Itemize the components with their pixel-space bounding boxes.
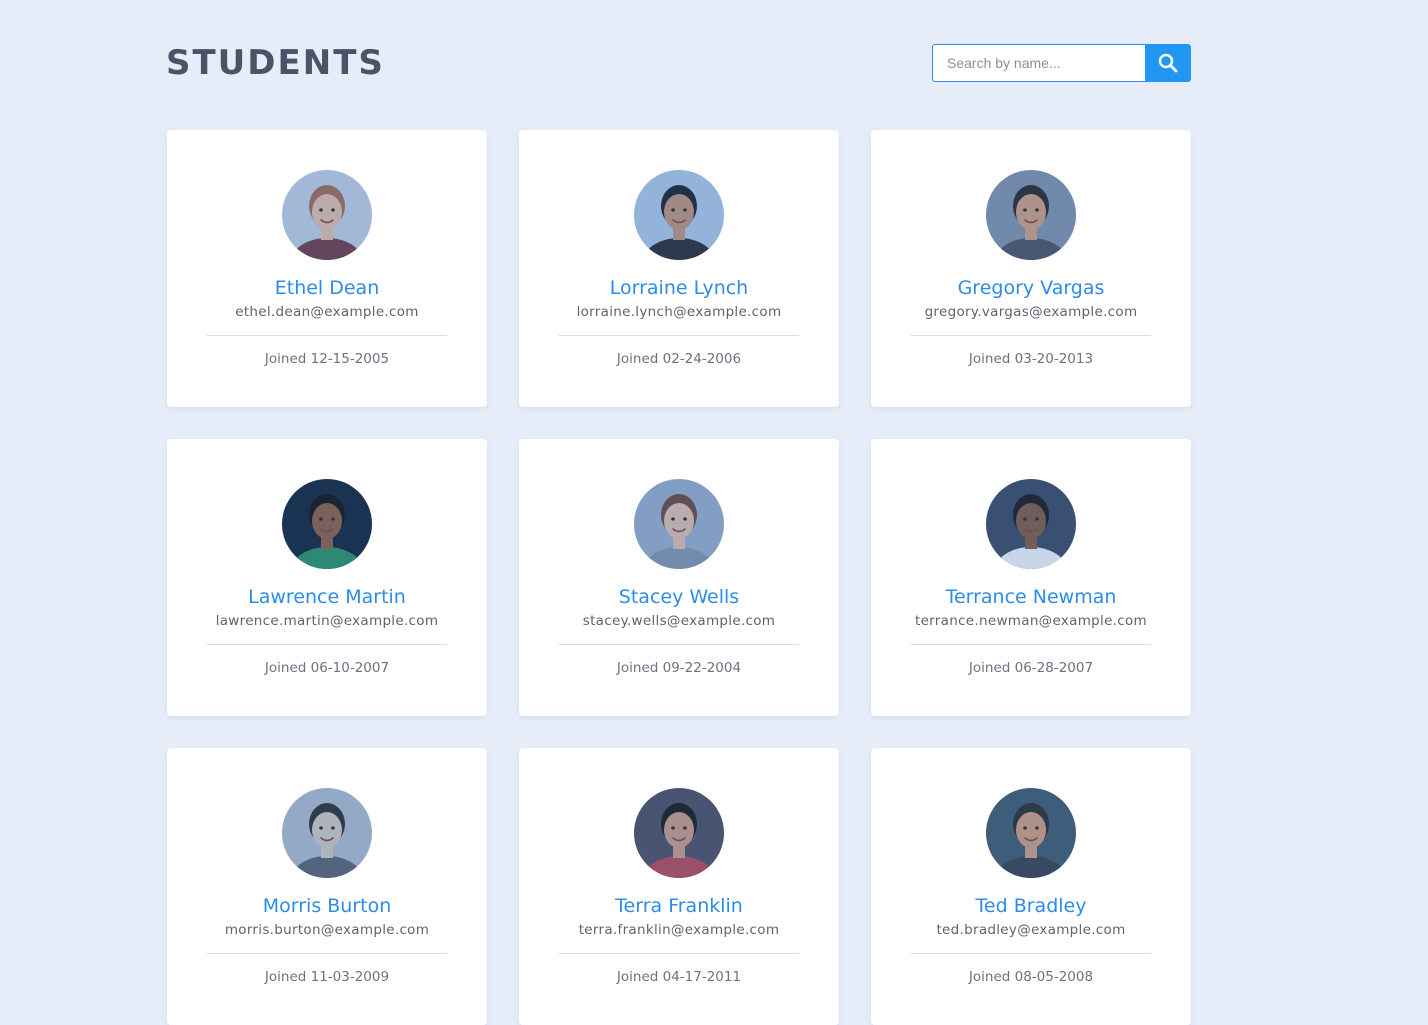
student-card[interactable]: Lawrence Martin lawrence.martin@example.…: [167, 439, 487, 716]
student-name[interactable]: Gregory Vargas: [958, 275, 1105, 301]
student-card[interactable]: Gregory Vargas gregory.vargas@example.co…: [871, 130, 1191, 407]
avatar-image: [282, 788, 372, 878]
student-name[interactable]: Terrance Newman: [946, 584, 1117, 610]
avatar: [634, 788, 724, 878]
student-card[interactable]: Morris Burton morris.burton@example.com …: [167, 748, 487, 1025]
avatar: [986, 479, 1076, 569]
avatar: [986, 788, 1076, 878]
search-input[interactable]: [932, 44, 1145, 82]
student-email: lorraine.lynch@example.com: [576, 304, 782, 320]
student-email: morris.burton@example.com: [224, 922, 430, 938]
avatar-image: [634, 479, 724, 569]
divider: [207, 644, 447, 645]
avatar-image: [282, 170, 372, 260]
joined-date: Joined 11-03-2009: [264, 969, 390, 985]
joined-date: Joined 02-24-2006: [616, 351, 742, 367]
student-name[interactable]: Morris Burton: [263, 893, 392, 919]
student-name[interactable]: Stacey Wells: [619, 584, 739, 610]
divider: [559, 953, 799, 954]
joined-date: Joined 08-05-2008: [968, 969, 1094, 985]
student-card[interactable]: Stacey Wells stacey.wells@example.com Jo…: [519, 439, 839, 716]
student-email: terra.franklin@example.com: [578, 922, 780, 938]
search-bar: [932, 44, 1191, 82]
avatar: [282, 479, 372, 569]
divider: [207, 953, 447, 954]
joined-date: Joined 06-10-2007: [264, 660, 390, 676]
student-email: ted.bradley@example.com: [936, 922, 1126, 938]
divider: [911, 953, 1151, 954]
joined-date: Joined 04-17-2011: [616, 969, 742, 985]
student-card[interactable]: Lorraine Lynch lorraine.lynch@example.co…: [519, 130, 839, 407]
avatar: [634, 479, 724, 569]
student-card[interactable]: Terrance Newman terrance.newman@example.…: [871, 439, 1191, 716]
student-email: lawrence.martin@example.com: [215, 613, 439, 629]
search-icon: [1158, 53, 1178, 73]
joined-date: Joined 03-20-2013: [968, 351, 1094, 367]
joined-date: Joined 09-22-2004: [616, 660, 742, 676]
avatar: [986, 170, 1076, 260]
divider: [559, 644, 799, 645]
avatar: [282, 788, 372, 878]
avatar-image: [282, 479, 372, 569]
student-card[interactable]: Ted Bradley ted.bradley@example.com Join…: [871, 748, 1191, 1025]
student-card[interactable]: Terra Franklin terra.franklin@example.co…: [519, 748, 839, 1025]
joined-date: Joined 06-28-2007: [968, 660, 1094, 676]
avatar-image: [986, 170, 1076, 260]
student-grid: Ethel Dean ethel.dean@example.com Joined…: [167, 130, 1191, 1025]
divider: [559, 335, 799, 336]
avatar-image: [986, 788, 1076, 878]
joined-date: Joined 12-15-2005: [264, 351, 390, 367]
student-name[interactable]: Lorraine Lynch: [610, 275, 748, 301]
student-email: terrance.newman@example.com: [914, 613, 1148, 629]
student-name[interactable]: Ted Bradley: [976, 893, 1087, 919]
page-title: STUDENTS: [166, 43, 385, 83]
student-name[interactable]: Lawrence Martin: [248, 584, 406, 610]
student-name[interactable]: Ethel Dean: [275, 275, 380, 301]
student-email: ethel.dean@example.com: [235, 304, 419, 320]
divider: [207, 335, 447, 336]
divider: [911, 335, 1151, 336]
divider: [911, 644, 1151, 645]
student-email: stacey.wells@example.com: [582, 613, 776, 629]
student-email: gregory.vargas@example.com: [924, 304, 1138, 320]
student-name[interactable]: Terra Franklin: [615, 893, 743, 919]
avatar-image: [634, 788, 724, 878]
search-button[interactable]: [1145, 44, 1191, 82]
avatar-image: [634, 170, 724, 260]
student-card[interactable]: Ethel Dean ethel.dean@example.com Joined…: [167, 130, 487, 407]
avatar: [282, 170, 372, 260]
avatar-image: [986, 479, 1076, 569]
avatar: [634, 170, 724, 260]
